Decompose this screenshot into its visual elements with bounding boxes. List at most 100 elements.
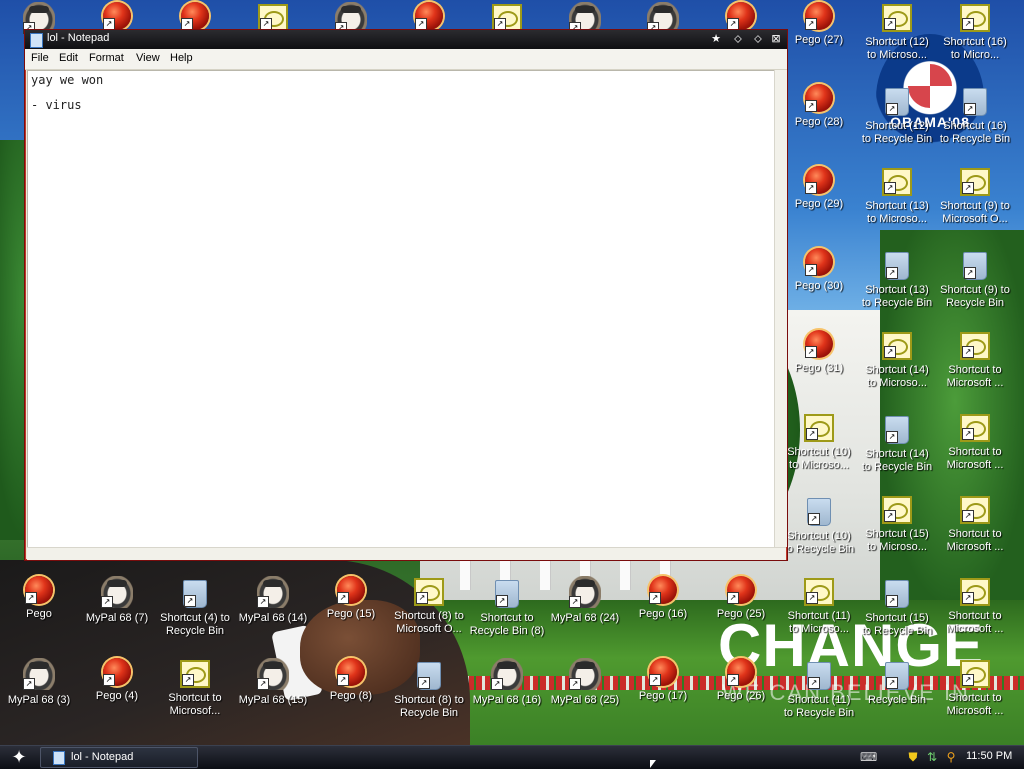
star-icon[interactable]: ★ [709,32,723,46]
desktop-icon[interactable]: ↗ Shortcut to Microsoft ... [936,494,1014,564]
taskbar: ✦ lol - Notepad ⌨ ⛊ ⇅ ⚲ 11:50 PM [0,745,1024,769]
desktop-icon[interactable]: ↗ Shortcut (16) to Recycle Bin [936,84,1014,154]
desktop-icon[interactable]: ↗ Shortcut (9) to Recycle Bin [936,248,1014,318]
taskbar-notepad-button[interactable]: lol - Notepad [40,747,198,768]
desktop-icon[interactable]: ↗ Shortcut (16) to Micro... [936,2,1014,72]
desktop-icon[interactable]: ↗ Pego [0,576,78,646]
pego-icon: ↗ [649,576,677,604]
security-shield-icon[interactable]: ⛊ [906,750,920,764]
raccoon-icon: ↗ [23,658,55,690]
desktop-icon-label: Shortcut (14) to Recycle Bin [861,448,933,473]
desktop-icon[interactable]: ↗ Shortcut (14) to Recycle Bin [858,412,936,482]
bin-icon: ↗ [885,580,909,608]
shortcut-arrow-icon: ↗ [964,267,976,279]
shortcut-arrow-icon: ↗ [884,182,896,194]
minimize-button[interactable]: ⬦ [731,32,745,46]
shortcut-arrow-icon: ↗ [496,595,508,607]
start-button[interactable]: ✦ [6,747,32,768]
editor-line-1: yay we won [31,73,104,87]
desktop-icon[interactable]: ↗ Shortcut (12) to Recycle Bin [858,84,936,154]
desktop-icon[interactable]: ↗ Shortcut to Microsoft ... [936,658,1014,728]
desktop-icon-label: Shortcut (15) to Recycle Bin [861,612,933,637]
desktop-icon[interactable]: ↗ Shortcut (15) to Microso... [858,494,936,564]
desktop-icon-label: MyPal 68 (3) [7,694,71,706]
desktop-icon[interactable]: ↗ Pego (28) [780,84,858,154]
desktop-icon[interactable]: ↗ Pego (17) [624,658,702,728]
shortcut-arrow-icon: ↗ [491,678,503,690]
desktop-icon[interactable]: ↗ Shortcut (14) to Microso... [858,330,936,400]
desktop-icon-label: Shortcut (9) to Recycle Bin [940,284,1010,309]
menu-format[interactable]: Format [89,52,124,64]
desktop-icon-label: Shortcut to Microsoft ... [946,692,1004,717]
desktop-icon[interactable]: ↗ Pego (27) [780,2,858,72]
desktop-icon[interactable]: ↗ Shortcut (4) to Recycle Bin [156,576,234,646]
shortcut-arrow-icon: ↗ [257,596,269,608]
desktop-icon-label: Shortcut (4) to Recycle Bin [160,612,230,637]
desktop-icon[interactable]: ↗ MyPal 68 (16) [468,658,546,728]
maximize-button[interactable]: ⬦ [751,32,765,46]
desktop-icon[interactable]: ↗ Shortcut (15) to Recycle Bin [858,576,936,646]
desktop-icon[interactable]: ↗ Shortcut to Microsoft ... [936,576,1014,646]
pego-icon: ↗ [103,658,131,686]
desktop-icon[interactable]: ↗ Pego (30) [780,248,858,318]
shortcut-arrow-icon: ↗ [886,431,898,443]
bin-icon: ↗ [885,88,909,116]
desktop-icon[interactable]: ↗ Shortcut to Microsoft ... [936,412,1014,482]
search-icon[interactable]: ⚲ [944,750,958,764]
close-button[interactable]: ⊠ [769,32,783,46]
desktop-icon[interactable]: ↗ Pego (4) [78,658,156,728]
bin-icon: ↗ [495,580,519,608]
desktop-icon-label: Shortcut to Microsoft ... [946,528,1004,553]
desktop-icon[interactable]: ↗ Pego (29) [780,166,858,236]
desktop-icon[interactable]: ↗ Shortcut to Microsof... [156,658,234,728]
desktop-icon[interactable]: ↗ Pego (25) [702,576,780,646]
shortcut-arrow-icon: ↗ [25,592,37,604]
desktop-icon[interactable]: ↗ Shortcut (13) to Recycle Bin [858,248,936,318]
desktop-icon[interactable]: ↗ Shortcut (8) to Microsoft O... [390,576,468,646]
desktop-icon[interactable]: ↗ MyPal 68 (24) [546,576,624,646]
horizontal-scrollbar[interactable] [27,547,786,560]
desktop-icon-label: Shortcut to Microsoft ... [946,446,1004,471]
text-editor[interactable]: yay we won - virus [27,70,775,549]
notepad-window[interactable]: lol - Notepad ★ ⬦ ⬦ ⊠ File Edit Format V… [24,29,788,561]
desktop-icon-label: Shortcut (11) to Recycle Bin [783,694,855,719]
desktop-icon[interactable]: ↗ Shortcut (10) to Microso... [780,412,858,482]
desktop-icon-label: Shortcut (13) to Recycle Bin [861,284,933,309]
desktop-icon[interactable]: ↗ Shortcut (11) to Microso... [780,576,858,646]
desktop-icon[interactable]: ↗ Recycle Bin [858,658,936,728]
network-icon[interactable]: ⇅ [925,750,939,764]
menu-edit[interactable]: Edit [59,52,78,64]
desktop-icon[interactable]: ↗ Shortcut (11) to Recycle Bin [780,658,858,728]
desktop-icon-label: Pego (29) [794,198,844,210]
desktop-icon[interactable]: ↗ MyPal 68 (14) [234,576,312,646]
raccoon-icon: ↗ [491,658,523,690]
publisher-icon: ↗ [414,578,444,606]
desktop-icon[interactable]: ↗ Shortcut (13) to Microso... [858,166,936,236]
desktop-icon[interactable]: ↗ Shortcut to Recycle Bin (8) [468,576,546,646]
desktop-icon-label: Shortcut (8) to Microsoft O... [394,610,464,635]
menu-view[interactable]: View [136,52,160,64]
desktop-icon[interactable]: ↗ Pego (16) [624,576,702,646]
vertical-scrollbar[interactable] [774,70,787,547]
title-bar[interactable]: lol - Notepad ★ ⬦ ⬦ ⊠ [25,30,787,49]
desktop-icon[interactable]: ↗ MyPal 68 (15) [234,658,312,728]
shortcut-arrow-icon: ↗ [806,428,818,440]
keyboard-icon[interactable]: ⌨ [860,750,877,764]
desktop-icon[interactable]: ↗ MyPal 68 (7) [78,576,156,646]
desktop-icon[interactable]: ↗ Pego (15) [312,576,390,646]
desktop-icon[interactable]: ↗ Pego (31) [780,330,858,400]
desktop-icon[interactable]: ↗ Pego (26) [702,658,780,728]
desktop-icon[interactable]: ↗ Shortcut to Microsoft ... [936,330,1014,400]
menu-file[interactable]: File [31,52,49,64]
desktop-icon[interactable]: ↗ Shortcut (12) to Microso... [858,2,936,72]
desktop-icon[interactable]: ↗ Shortcut (8) to Recycle Bin [390,658,468,728]
desktop-icon-label: Shortcut (8) to Recycle Bin [394,694,464,719]
desktop-icon[interactable]: ↗ MyPal 68 (3) [0,658,78,728]
menu-help[interactable]: Help [170,52,193,64]
desktop-icon[interactable]: ↗ Shortcut (9) to Microsoft O... [936,166,1014,236]
desktop-icon-label: Pego (30) [794,280,844,292]
desktop-icon[interactable]: ↗ MyPal 68 (25) [546,658,624,728]
bin-icon: ↗ [963,252,987,280]
desktop-icon[interactable]: ↗ Pego (8) [312,658,390,728]
desktop-icon[interactable]: ↗ Shortcut (10) to Recycle Bin [780,494,858,564]
